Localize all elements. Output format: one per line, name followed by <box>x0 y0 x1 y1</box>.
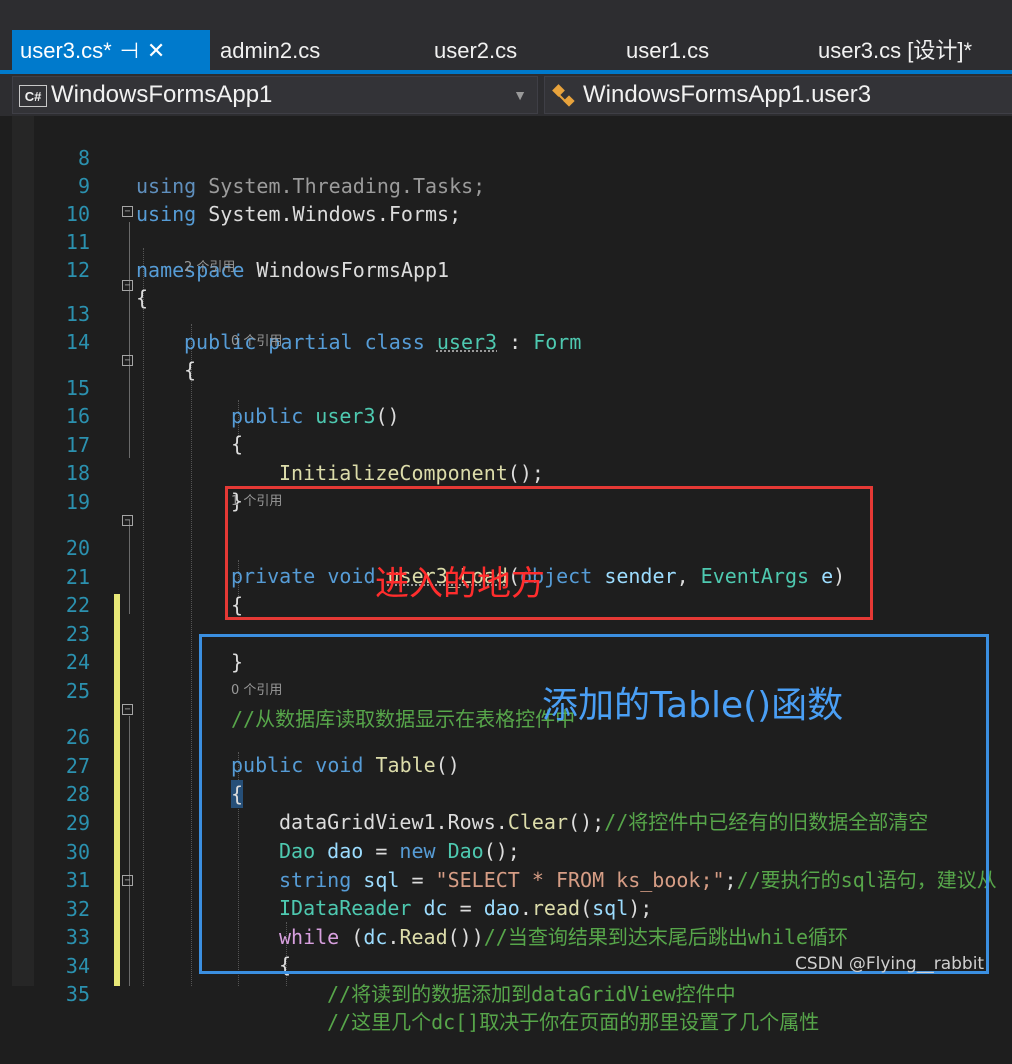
code-line: 9 using System.Windows.Forms; <box>0 144 1012 226</box>
class-dropdown[interactable]: WindowsFormsApp1.user3 <box>544 76 1012 114</box>
document-tab-strip: user3.cs* ⊣ ✕ admin2.cs user2.cs user1.cs … <box>0 0 1012 70</box>
red-annotation-label: 进入的地方 <box>375 564 545 604</box>
tab-label: user1.cs <box>626 38 710 63</box>
code-line: 11 namespace WindowsFormsApp1 <box>0 200 1012 282</box>
watermark: CSDN @Flying__rabbit <box>795 954 985 974</box>
project-name: WindowsFormsApp1 <box>51 81 273 108</box>
code-editor[interactable]: − − − − − − 8 using System.Threading.Tas… <box>0 116 1012 1034</box>
tab-label: user3.cs [设计]* <box>818 38 973 63</box>
line-number: 35 <box>65 982 90 1006</box>
tab-user3-designer[interactable]: user3.cs [设计]* <box>818 30 972 70</box>
project-dropdown[interactable]: C# WindowsFormsApp1 ▼ <box>12 76 538 114</box>
navigation-bar: C# WindowsFormsApp1 ▼ WindowsFormsApp1.us… <box>0 74 1012 116</box>
code-line: 15 public user3() <box>0 346 1012 428</box>
chevron-down-icon[interactable]: ▼ <box>513 77 527 113</box>
code-line: 10 <box>0 172 1012 226</box>
close-icon[interactable]: ✕ <box>147 30 165 72</box>
code-line: 13 public partial class user3 : Form <box>0 272 1012 354</box>
tab-label: user2.cs <box>434 38 518 63</box>
code-line: 8 using System.Threading.Tasks; <box>0 116 1012 198</box>
class-icon <box>552 83 575 107</box>
tab-admin2-cs[interactable]: admin2.cs <box>220 30 320 70</box>
tab-user3-cs[interactable]: user3.cs* ⊣ ✕ <box>12 30 210 70</box>
code-line: 19 <box>0 460 1012 514</box>
tab-label: admin2.cs <box>220 38 321 63</box>
code-line: 14 { <box>0 300 1012 382</box>
code-line: 17 InitializeComponent(); <box>0 403 1012 485</box>
code-line: 12 { <box>0 228 1012 310</box>
code-line: 16 { <box>0 374 1012 456</box>
tab-label: user3.cs* <box>20 38 112 63</box>
class-name: WindowsFormsApp1.user3 <box>583 81 872 108</box>
code-comment: //这里几个dc[]取决于你在页面的那里设置了几个属性 <box>327 1010 820 1034</box>
tab-user2-cs[interactable]: user2.cs <box>434 30 517 70</box>
red-highlight-box <box>225 486 873 620</box>
code-comment: //将读到的数据添加到dataGridView控件中 <box>327 982 736 1006</box>
tab-user1-cs[interactable]: user1.cs <box>626 30 709 70</box>
code-line: 18 } <box>0 431 1012 513</box>
blue-annotation-label: 添加的Table()函数 <box>542 685 844 726</box>
csharp-project-icon: C# <box>19 84 47 107</box>
pin-icon[interactable]: ⊣ <box>120 30 139 72</box>
